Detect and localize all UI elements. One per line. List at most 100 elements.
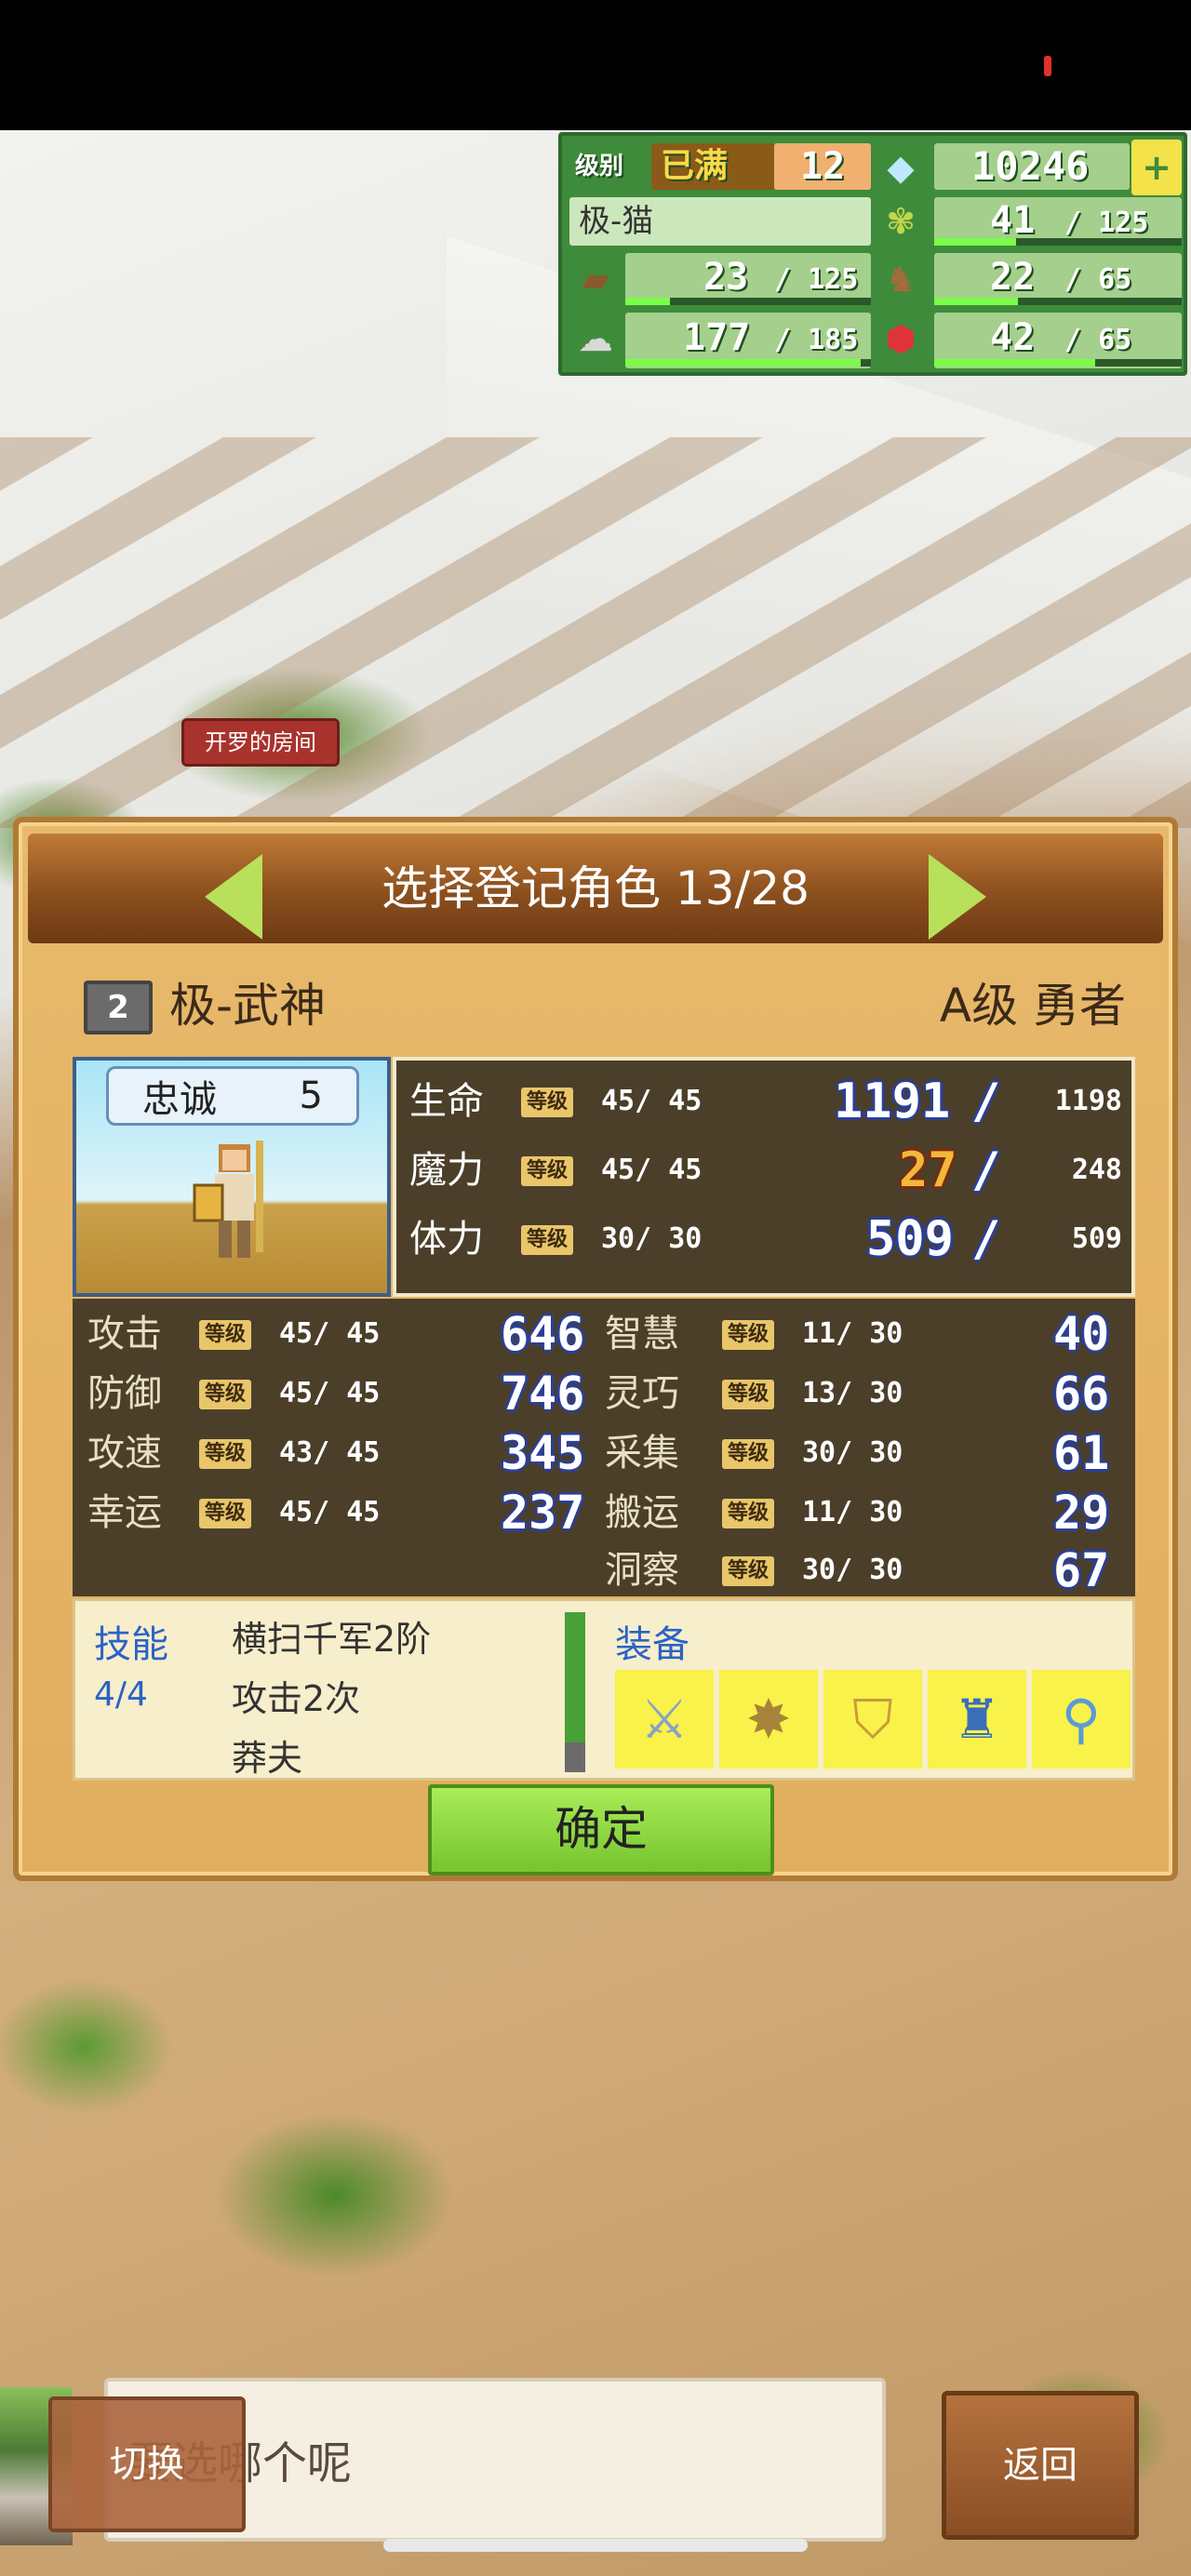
equipment-label: 装备: [615, 1623, 689, 1666]
vital-value: 1191: [834, 1074, 951, 1129]
attribute-level-slash: /: [313, 1436, 330, 1469]
sword-icon[interactable]: ⚔: [615, 1670, 714, 1768]
attribute-value: 40: [1053, 1307, 1110, 1361]
attribute-label: 攻击: [87, 1313, 162, 1355]
attribute-level: 43: [279, 1436, 314, 1469]
crystal-cell: 42 / 65: [934, 313, 1182, 368]
attribute-label: 采集: [605, 1432, 679, 1475]
rank-badge: 2: [84, 981, 153, 1034]
next-arrow-icon[interactable]: [929, 854, 986, 940]
room-label[interactable]: 开罗的房间: [181, 718, 340, 767]
level-tag: 等级: [521, 1156, 574, 1186]
attribute-level-slash: /: [313, 1317, 330, 1350]
grain-bar-fill: [934, 238, 1016, 246]
attribute-value: 61: [1053, 1426, 1110, 1480]
level-tag: 等级: [199, 1320, 252, 1350]
vital-level: 45: [601, 1154, 636, 1186]
attribute-label: 智慧: [605, 1313, 679, 1355]
attribute-value: 345: [501, 1426, 585, 1480]
armor-icon[interactable]: ♜: [928, 1670, 1026, 1768]
attribute-level-slash: /: [313, 1496, 330, 1528]
attribute-label: 攻速: [87, 1432, 162, 1475]
wood-bar-fill: [625, 298, 670, 305]
attribute-level: 45: [279, 1317, 314, 1350]
attribute-label: 洞察: [605, 1549, 679, 1592]
grain-slash: /: [1064, 207, 1082, 239]
vital-max: 509: [1071, 1222, 1122, 1255]
attribute-row: 幸运 等级 45/ 45 237: [73, 1485, 603, 1541]
crystal-bar-fill: [934, 359, 1095, 367]
switch-button[interactable]: 切换: [48, 2396, 246, 2532]
staff-icon[interactable]: ✸: [719, 1670, 818, 1768]
level-tag: 等级: [521, 1088, 574, 1117]
wood-value: 23: [703, 256, 749, 299]
hud-name: 极-猫: [579, 203, 654, 240]
vital-label: 生命: [409, 1080, 484, 1123]
level-tag: 等级: [722, 1320, 775, 1350]
confirm-button[interactable]: 确定: [428, 1784, 774, 1875]
character-select-panel: 选择登记角色 13/28 2 极-武神 A级 勇者 忠诚 5 生命 等级 45/…: [13, 817, 1178, 1881]
grain-max: 125: [1098, 207, 1149, 239]
back-button[interactable]: 返回: [942, 2391, 1139, 2540]
attribute-level-slash: /: [836, 1377, 853, 1409]
grain-icon: ✾: [886, 201, 916, 242]
attribute-level-slash: /: [836, 1317, 853, 1350]
ore-cell: 177 / 185: [625, 313, 871, 368]
attribute-level-slash: /: [313, 1377, 330, 1409]
attribute-label: 幸运: [87, 1491, 162, 1534]
home-indicator[interactable]: [383, 2539, 808, 2552]
character-class: A级 勇者: [939, 979, 1126, 1033]
gems-value: 10246: [971, 143, 1090, 189]
level-tag: 等级: [199, 1499, 252, 1528]
wood-icon: ▰: [582, 259, 609, 300]
attribute-value: 67: [1053, 1543, 1110, 1597]
skill-item[interactable]: 攻击2次: [232, 1670, 360, 1721]
vital-row: 体力 等级 30/ 30 509 / 509: [396, 1211, 1131, 1267]
attribute-level-max: 30: [869, 1436, 903, 1469]
vital-level-slash: /: [635, 1222, 652, 1255]
character-name: 极-武神: [169, 979, 327, 1033]
crystal-slash: /: [1064, 324, 1082, 356]
food-max: 65: [1098, 263, 1132, 296]
attribute-level-slash: /: [836, 1436, 853, 1469]
vital-row: 魔力 等级 45/ 45 27 / 248: [396, 1142, 1131, 1198]
vitals-table: 生命 等级 45/ 45 1191 / 1198 魔力 等级 45/ 45 27…: [393, 1057, 1135, 1297]
loyalty-badge: 忠诚 5: [106, 1066, 359, 1126]
character-portrait: 忠诚 5: [73, 1057, 391, 1297]
skills-label: 技能: [94, 1623, 168, 1666]
ore-value: 177: [683, 316, 751, 359]
attribute-value: 646: [501, 1307, 585, 1361]
attribute-value: 237: [501, 1486, 585, 1540]
attribute-row: 智慧 等级 11/ 30 40: [605, 1306, 1135, 1362]
food-value: 22: [990, 256, 1036, 299]
status-bar: [0, 0, 1191, 130]
attribute-level: 13: [802, 1377, 836, 1409]
vital-label: 魔力: [409, 1149, 484, 1192]
gem-icon: ◆: [887, 147, 915, 188]
shield-icon[interactable]: ⛉: [823, 1670, 922, 1768]
add-gems-icon[interactable]: +: [1131, 140, 1182, 195]
attribute-level: 11: [802, 1496, 836, 1528]
skill-item[interactable]: 莽夫: [232, 1729, 302, 1781]
ring-icon[interactable]: ⚲: [1032, 1670, 1131, 1768]
attribute-label: 搬运: [605, 1491, 679, 1534]
rank-label-cell: 级别: [569, 143, 649, 190]
attribute-row: 灵巧 等级 13/ 30 66: [605, 1366, 1135, 1421]
hero-sprite-icon: [193, 1141, 263, 1258]
vital-level-slash: /: [635, 1085, 652, 1117]
attribute-label: 灵巧: [605, 1372, 679, 1415]
skill-scrollbar-thumb[interactable]: [565, 1612, 585, 1742]
ore-max: 185: [808, 324, 859, 356]
vital-level-max: 30: [668, 1222, 703, 1255]
attribute-level: 30: [802, 1554, 836, 1586]
panel-title: 选择登记角色 13/28: [381, 861, 810, 915]
skills-count: 4/4: [94, 1675, 148, 1714]
loyalty-value: 5: [299, 1074, 323, 1117]
level-tag: 等级: [722, 1380, 775, 1409]
rank-status-cell: 已满: [651, 143, 774, 190]
skills-equipment-box: 技能 4/4 横扫千军2阶 攻击2次 莽夫 装备 ⚔ ✸ ⛉ ♜ ⚲: [73, 1598, 1135, 1781]
attribute-level-max: 30: [869, 1317, 903, 1350]
gems-cell: 10246: [934, 143, 1130, 190]
skill-item[interactable]: 横扫千军2阶: [232, 1610, 431, 1662]
vital-level: 30: [601, 1222, 636, 1255]
